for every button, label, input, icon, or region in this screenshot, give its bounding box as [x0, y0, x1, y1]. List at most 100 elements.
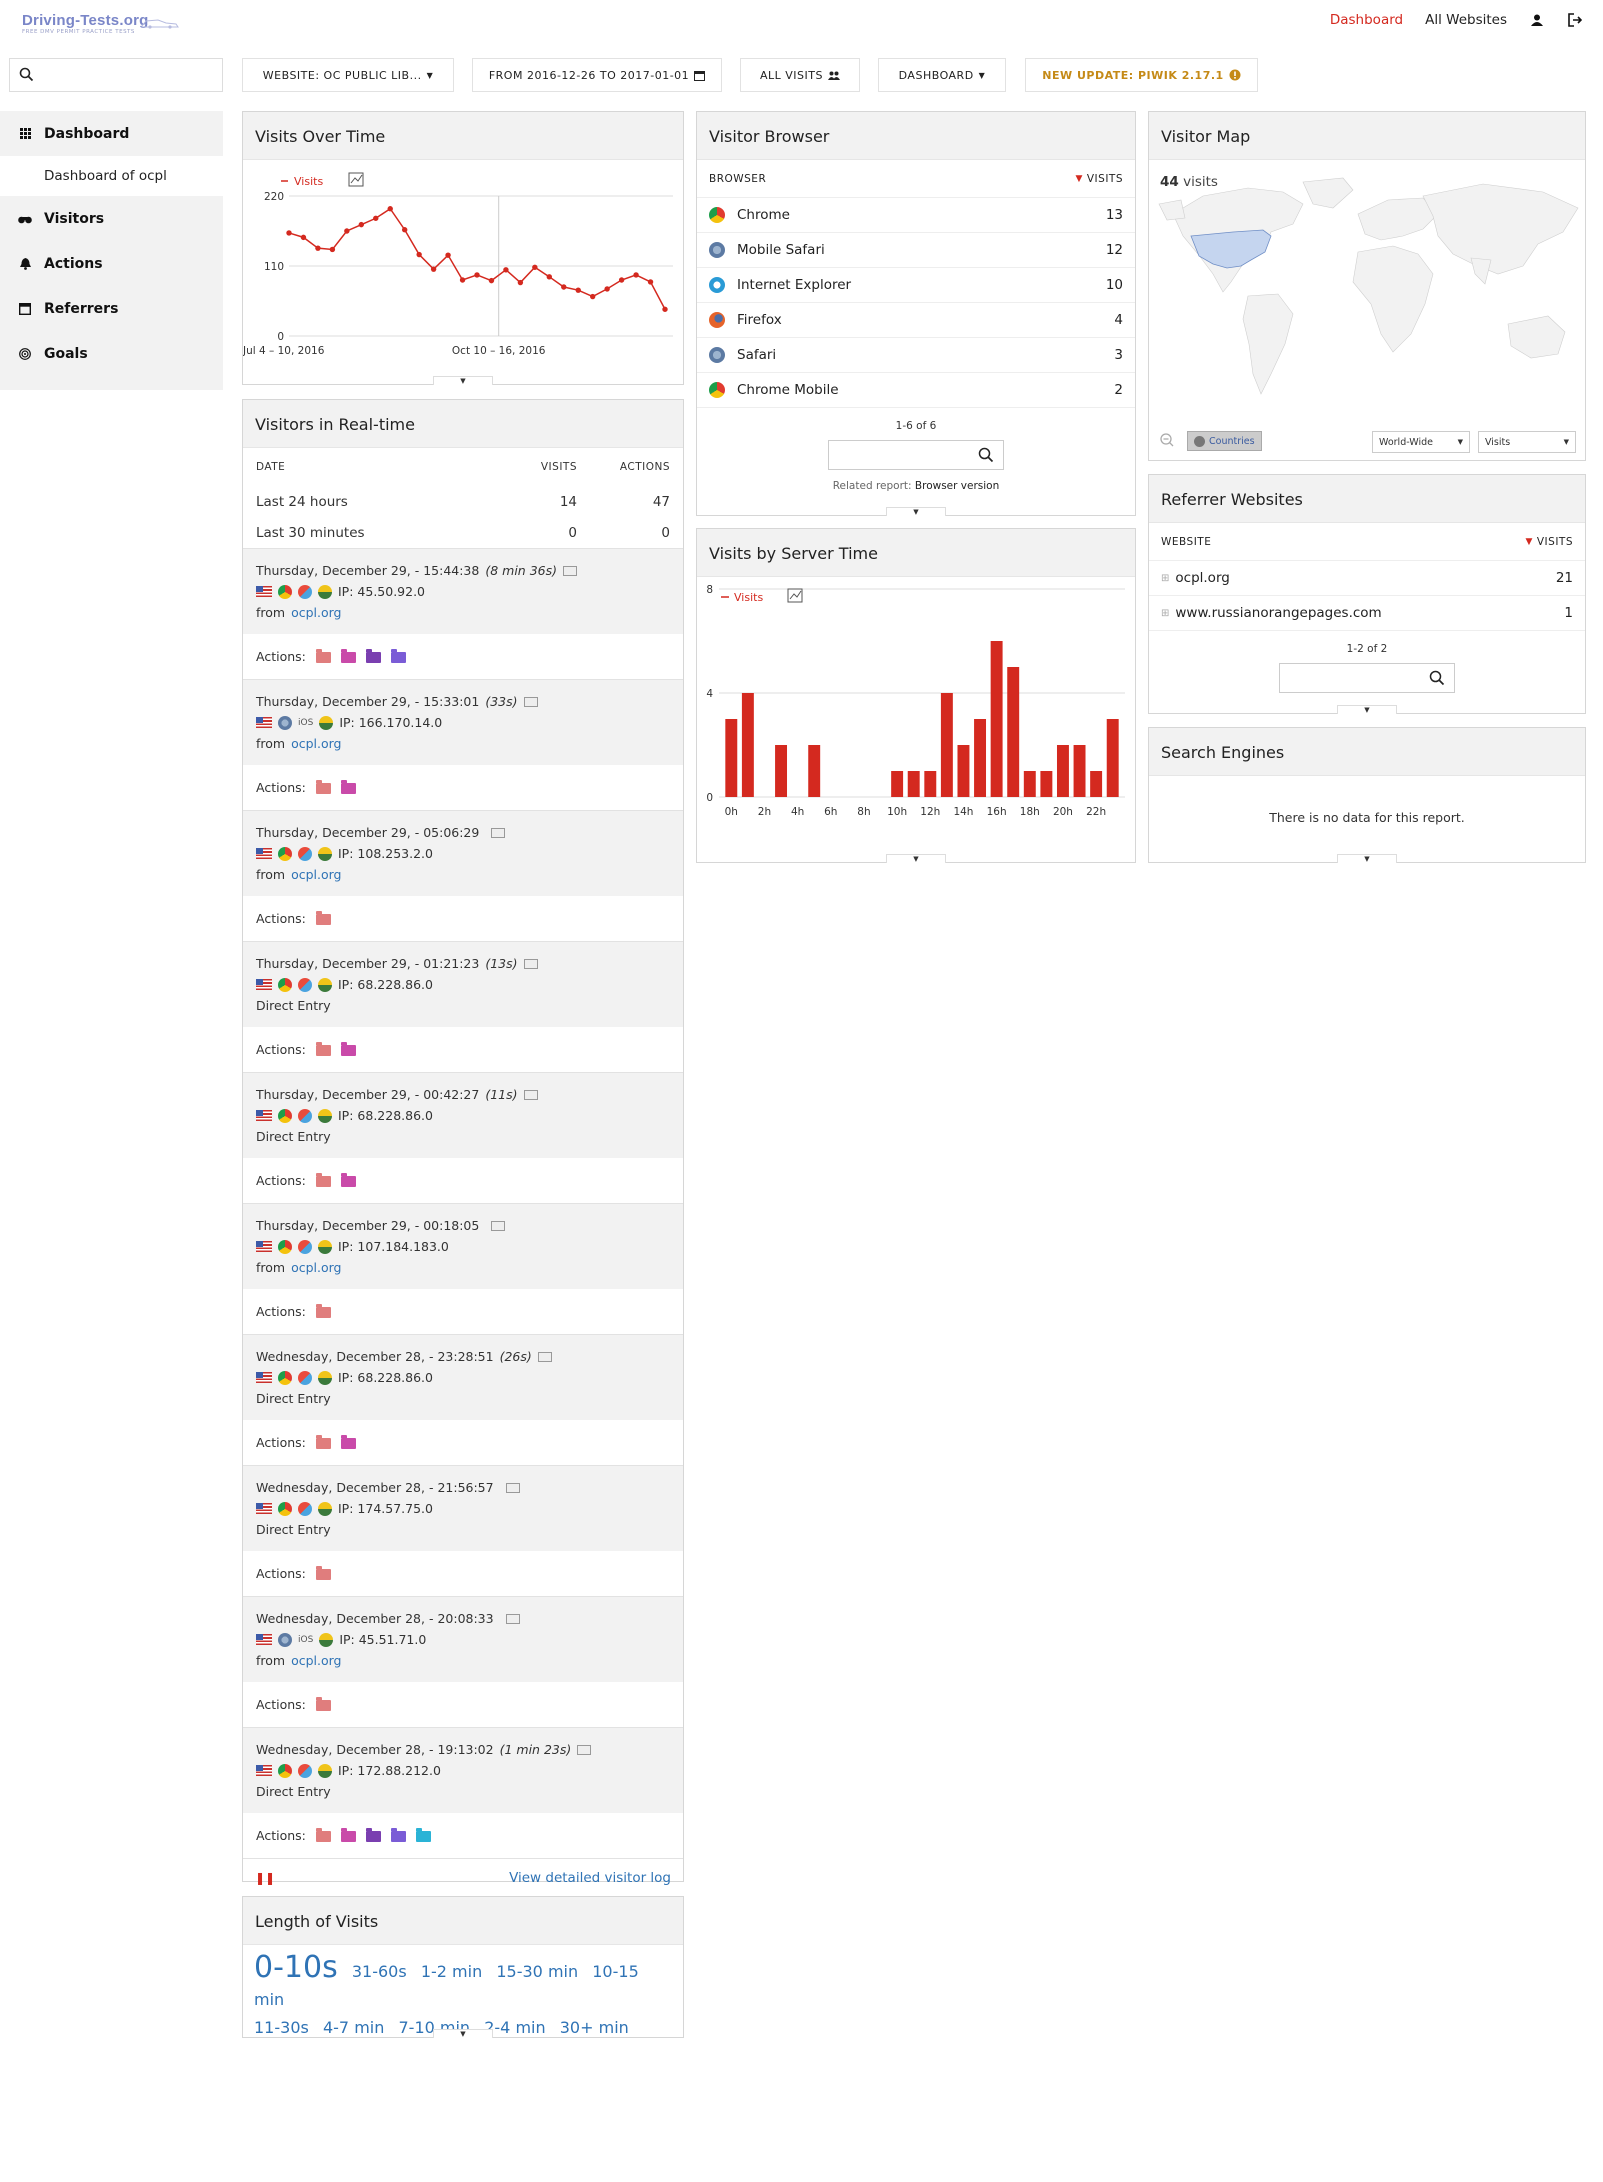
- referrer-link[interactable]: ocpl.org: [291, 736, 341, 751]
- chart-type-icon[interactable]: [348, 172, 364, 187]
- zoom-out-icon[interactable]: [1160, 433, 1174, 447]
- sidebar-item-referrers[interactable]: Referrers: [0, 286, 223, 331]
- header-visits[interactable]: VISITS: [1537, 536, 1573, 548]
- bar-22h[interactable]: [1090, 771, 1103, 797]
- sidebar-item-visitors[interactable]: Visitors: [0, 196, 223, 241]
- referrer-row[interactable]: ⊞ www.russianorangepages.com 1: [1149, 596, 1585, 631]
- widget-title[interactable]: Referrer Websites: [1149, 475, 1585, 523]
- tag-cloud-item[interactable]: 11-30s: [254, 2018, 309, 2037]
- visitor-profile-icon[interactable]: [491, 827, 506, 838]
- visitor-profile-icon[interactable]: [523, 696, 538, 707]
- bar-16h[interactable]: [990, 641, 1003, 797]
- widget-title[interactable]: Length of Visits: [243, 1897, 683, 1945]
- data-point[interactable]: [575, 287, 581, 293]
- folder-icon[interactable]: [315, 911, 331, 925]
- related-report-link[interactable]: Browser version: [915, 480, 999, 492]
- period-selector[interactable]: FROM 2016-12-26 TO 2017-01-01: [472, 58, 722, 92]
- update-notification-button[interactable]: NEW UPDATE: PIWIK 2.17.1: [1025, 58, 1258, 92]
- bar-23h[interactable]: [1106, 719, 1119, 797]
- folder-icon[interactable]: [315, 780, 331, 794]
- data-point[interactable]: [459, 277, 466, 283]
- table-search-input[interactable]: [828, 440, 1004, 470]
- data-point[interactable]: [604, 286, 610, 292]
- website-selector[interactable]: WEBSITE: OC PUBLIC LIB... ▼: [242, 58, 454, 92]
- map-country-usa[interactable]: [1190, 229, 1272, 269]
- bar-13h[interactable]: [940, 693, 953, 797]
- bar-20h[interactable]: [1056, 745, 1069, 797]
- tag-cloud-item[interactable]: 1-2 min: [421, 1962, 482, 1981]
- chart-type-icon[interactable]: [787, 588, 803, 603]
- bar-21h[interactable]: [1073, 745, 1086, 797]
- folder-icon[interactable]: [340, 1828, 356, 1842]
- user-icon[interactable]: [1529, 12, 1545, 28]
- bar-19h[interactable]: [1040, 771, 1053, 797]
- data-point[interactable]: [329, 246, 336, 253]
- bar-0h[interactable]: [725, 719, 738, 797]
- widget-title[interactable]: Search Engines: [1149, 728, 1585, 776]
- data-point[interactable]: [618, 277, 625, 283]
- browser-row[interactable]: Safari 3: [697, 338, 1135, 373]
- folder-icon[interactable]: [315, 1828, 331, 1842]
- folder-icon[interactable]: [315, 1566, 331, 1580]
- map-metric-select[interactable]: Visits ▼: [1478, 431, 1576, 453]
- referrer-link[interactable]: ocpl.org: [291, 1260, 341, 1275]
- data-point[interactable]: [474, 272, 480, 278]
- folder-icon[interactable]: [315, 1304, 331, 1318]
- browser-row[interactable]: Mobile Safari 12: [697, 233, 1135, 268]
- folder-icon[interactable]: [315, 1173, 331, 1187]
- visitor-profile-icon[interactable]: [505, 1613, 520, 1624]
- menu-search-input[interactable]: [9, 58, 223, 92]
- header-browser[interactable]: BROWSER: [709, 173, 1075, 185]
- logout-icon[interactable]: [1567, 12, 1583, 28]
- visitor-profile-icon[interactable]: [537, 1351, 552, 1362]
- referrer-link[interactable]: ocpl.org: [291, 1653, 341, 1668]
- chart-legend-label[interactable]: Visits: [294, 175, 323, 188]
- visitor-profile-icon[interactable]: [523, 958, 538, 969]
- expand-icon[interactable]: ⊞: [1161, 573, 1169, 584]
- data-point[interactable]: [358, 221, 365, 228]
- widget-footer-toggle[interactable]: ▼: [886, 854, 946, 863]
- table-search-input[interactable]: [1279, 663, 1455, 693]
- tag-cloud-item[interactable]: 15-30 min: [496, 1962, 578, 1981]
- map-region-select[interactable]: World-Wide ▼: [1372, 431, 1470, 453]
- widget-footer-toggle[interactable]: ▼: [1337, 854, 1397, 863]
- data-point[interactable]: [662, 306, 668, 312]
- pause-icon[interactable]: ❚❚: [255, 1871, 509, 1885]
- widget-footer-toggle[interactable]: ▼: [1337, 705, 1397, 714]
- bar-15h[interactable]: [974, 719, 987, 797]
- data-point[interactable]: [647, 279, 654, 285]
- folder-icon[interactable]: [365, 1828, 381, 1842]
- tag-cloud-item[interactable]: 4-7 min: [323, 2018, 384, 2037]
- browser-row[interactable]: Firefox 4: [697, 303, 1135, 338]
- bar-3h[interactable]: [775, 745, 788, 797]
- tag-cloud-item[interactable]: 2-4 min: [484, 2018, 545, 2037]
- widget-title[interactable]: Visits by Server Time: [697, 529, 1135, 577]
- data-point[interactable]: [373, 215, 379, 221]
- widget-title[interactable]: Visitor Map: [1149, 112, 1585, 160]
- sidebar-item-actions[interactable]: Actions: [0, 241, 223, 286]
- referrer-link[interactable]: ocpl.org: [291, 867, 341, 882]
- bar-17h[interactable]: [1007, 667, 1020, 797]
- data-point[interactable]: [589, 293, 596, 300]
- data-point[interactable]: [633, 272, 639, 278]
- nav-all-websites-link[interactable]: All Websites: [1425, 12, 1507, 28]
- site-logo[interactable]: Driving-Tests.org FREE DMV PERMIT PRACTI…: [22, 12, 187, 36]
- browser-row[interactable]: Internet Explorer 10: [697, 268, 1135, 303]
- folder-icon[interactable]: [340, 1042, 356, 1056]
- folder-icon[interactable]: [340, 1435, 356, 1449]
- browser-row[interactable]: Chrome Mobile 2: [697, 373, 1135, 408]
- data-point[interactable]: [488, 277, 495, 284]
- dashboard-manager-button[interactable]: DASHBOARD ▼: [878, 58, 1006, 92]
- widget-title[interactable]: Visitor Browser: [697, 112, 1135, 160]
- folder-icon[interactable]: [315, 1042, 331, 1056]
- expand-icon[interactable]: ⊞: [1161, 608, 1169, 619]
- data-point[interactable]: [445, 252, 451, 258]
- widget-title[interactable]: Visits Over Time: [243, 112, 683, 160]
- sidebar-subitem-dashboard-of-ocpl[interactable]: Dashboard of ocpl: [0, 156, 223, 196]
- data-point[interactable]: [387, 206, 393, 212]
- folder-icon[interactable]: [315, 649, 331, 663]
- tag-cloud-item[interactable]: 31-60s: [352, 1962, 407, 1981]
- referrer-row[interactable]: ⊞ ocpl.org 21: [1149, 561, 1585, 596]
- browser-row[interactable]: Chrome 13: [697, 198, 1135, 233]
- sidebar-item-dashboard[interactable]: Dashboard: [0, 111, 223, 156]
